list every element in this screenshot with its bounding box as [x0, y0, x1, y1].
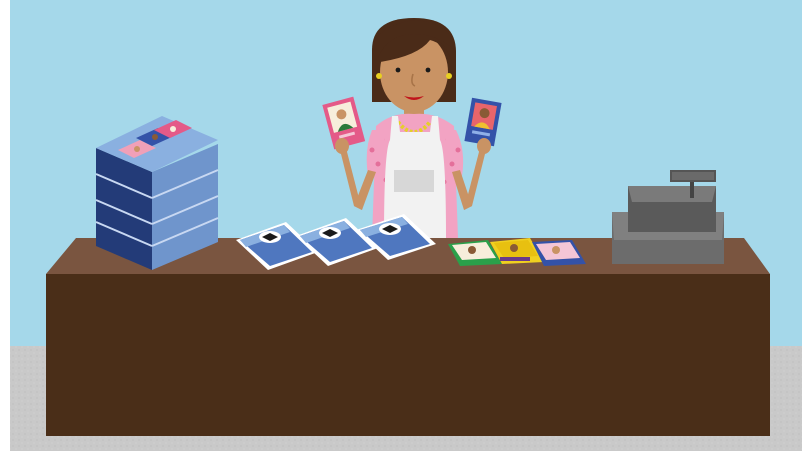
shop-scene: [0, 0, 812, 451]
frame-left: [0, 0, 10, 451]
frame-right: [802, 0, 812, 451]
scene-illustration: [0, 0, 812, 451]
